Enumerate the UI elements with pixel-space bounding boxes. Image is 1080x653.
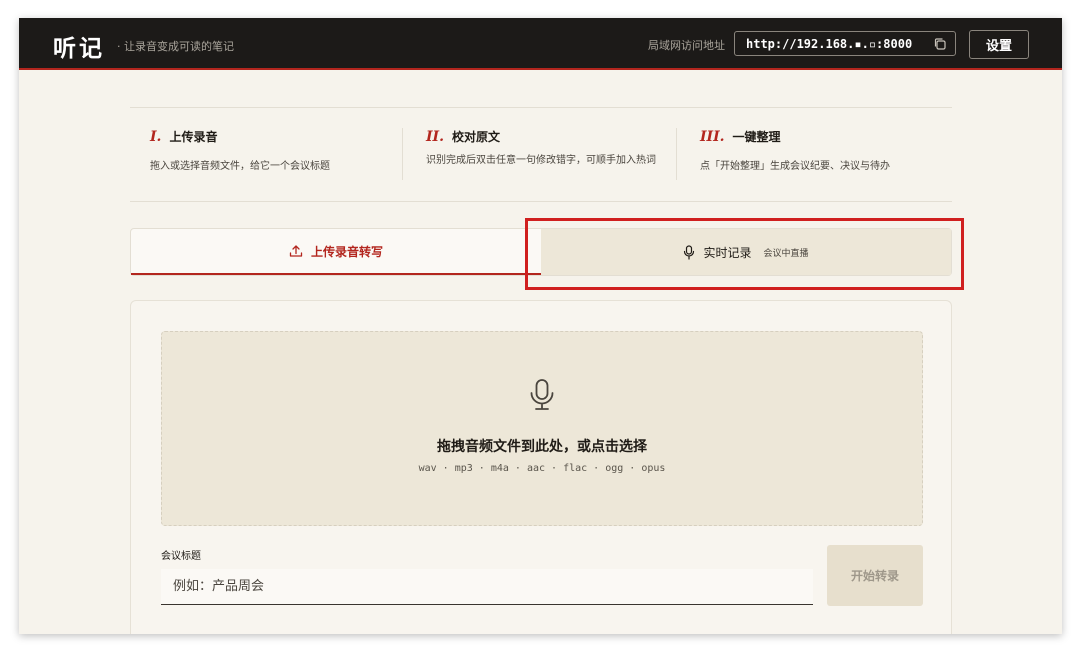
- lan-address-label: 局域网访问地址: [648, 39, 725, 52]
- step-number: II.: [426, 129, 444, 145]
- step-title: 上传录音: [169, 130, 218, 144]
- step-number: III.: [700, 129, 725, 145]
- top-bar: 听记 · 让录音变成可读的笔记 局域网访问地址 http://192.168.▪…: [19, 18, 1062, 70]
- step-title: 校对原文: [451, 130, 500, 144]
- supported-formats: wav · mp3 · m4a · aac · flac · ogg · opu…: [418, 463, 666, 474]
- lan-address-text: http://192.168.▪.▫:8000: [746, 36, 913, 51]
- upload-icon: [289, 245, 303, 257]
- app-tagline: · 让录音变成可读的笔记: [117, 40, 234, 53]
- microphone-icon: [684, 244, 695, 260]
- tab-live-record[interactable]: 实时记录 会议中直播: [541, 229, 951, 275]
- dropzone-title: 拖拽音频文件到此处，或点击选择: [437, 439, 647, 455]
- meeting-title-label: 会议标题: [161, 551, 201, 562]
- step-description: 识别完成后双击任意一句修改错字，可顺手加入热词: [426, 155, 656, 166]
- meeting-title-input[interactable]: [161, 569, 813, 605]
- step-upload: I. 上传录音 拖入或选择音频文件，给它一个会议标题: [150, 126, 390, 175]
- tab-upload-label: 上传录音转写: [310, 244, 383, 259]
- step-number: I.: [150, 129, 162, 145]
- tab-live-label: 实时记录: [703, 245, 752, 260]
- step-proofread: II. 校对原文 识别完成后双击任意一句修改错字，可顺手加入热词: [426, 126, 666, 169]
- copy-icon[interactable]: [933, 37, 947, 51]
- step-title: 一键整理: [732, 130, 781, 144]
- step-divider: [676, 128, 677, 180]
- step-description: 拖入或选择音频文件，给它一个会议标题: [150, 161, 330, 172]
- mode-tabs: 上传录音转写 实时记录 会议中直播: [130, 228, 952, 276]
- tab-upload-transcribe[interactable]: 上传录音转写: [131, 229, 541, 275]
- upload-panel: 拖拽音频文件到此处，或点击选择 wav · mp3 · m4a · aac · …: [130, 300, 952, 634]
- microphone-icon: [530, 379, 554, 410]
- app-logo: 听记: [53, 35, 105, 62]
- audio-dropzone[interactable]: 拖拽音频文件到此处，或点击选择 wav · mp3 · m4a · aac · …: [161, 331, 923, 526]
- settings-button[interactable]: 设置: [969, 30, 1029, 59]
- lan-address-field[interactable]: http://192.168.▪.▫:8000: [734, 31, 956, 56]
- step-organize: III. 一键整理 点「开始整理」生成会议纪要、决议与待办: [700, 126, 940, 175]
- step-description: 点「开始整理」生成会议纪要、决议与待办: [700, 161, 890, 172]
- start-transcribe-button[interactable]: 开始转录: [827, 545, 923, 606]
- app-window: 听记 · 让录音变成可读的笔记 局域网访问地址 http://192.168.▪…: [19, 18, 1062, 634]
- tab-live-sublabel: 会议中直播: [763, 248, 809, 259]
- step-divider: [402, 128, 403, 180]
- steps-guide: I. 上传录音 拖入或选择音频文件，给它一个会议标题 II. 校对原文 识别完成后双…: [130, 107, 952, 202]
